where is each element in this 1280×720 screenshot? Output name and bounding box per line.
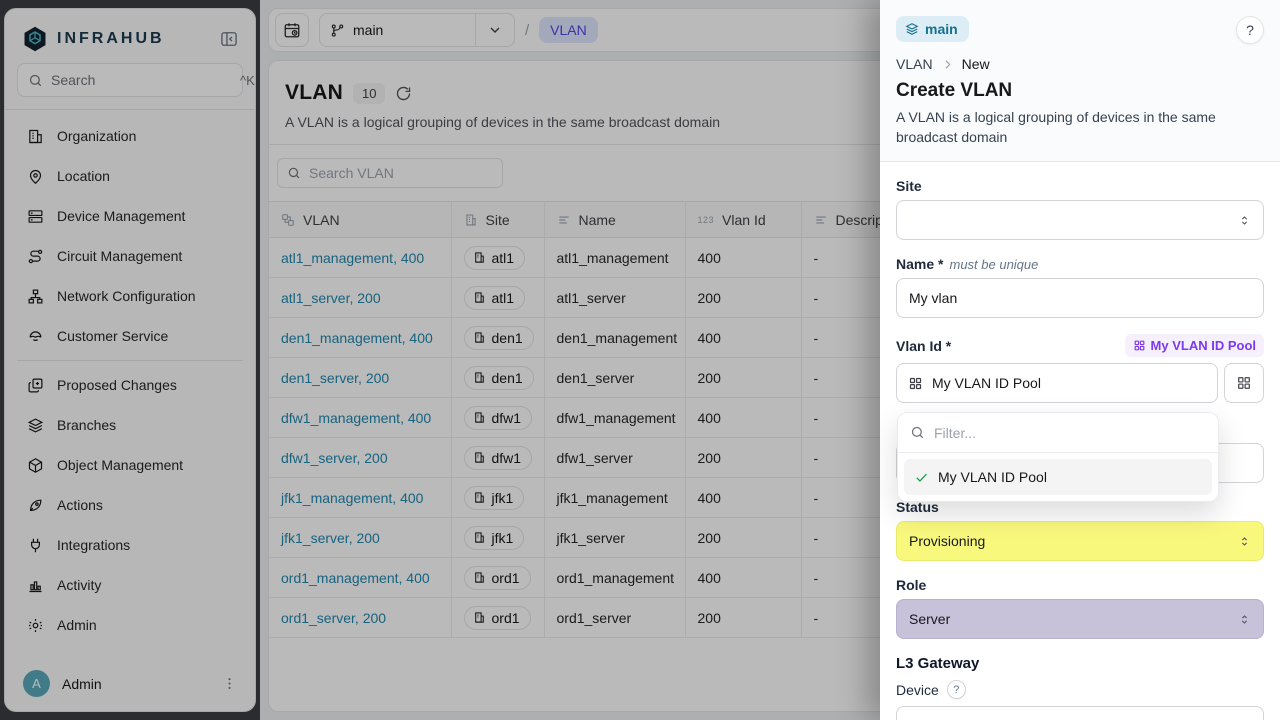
status-value: Provisioning xyxy=(909,533,1238,549)
pool-grid-icon xyxy=(1133,339,1146,352)
chevron-right-icon xyxy=(941,58,954,71)
help-button[interactable]: ? xyxy=(1236,16,1264,44)
site-select[interactable] xyxy=(896,200,1264,240)
search-icon xyxy=(910,425,925,440)
check-icon xyxy=(914,470,929,485)
chevrons-up-down-icon xyxy=(1238,214,1251,227)
site-label: Site xyxy=(896,178,1264,194)
name-hint: must be unique xyxy=(949,257,1038,272)
status-select[interactable]: Provisioning xyxy=(896,521,1264,561)
panel-title: Create VLAN xyxy=(896,80,1264,102)
dropdown-filter[interactable] xyxy=(898,413,1218,453)
dropdown-filter-input[interactable] xyxy=(934,425,1206,441)
l3-gateway-heading: L3 Gateway xyxy=(896,655,1264,672)
branch-badge[interactable]: main xyxy=(896,16,969,42)
layers-icon xyxy=(905,22,919,36)
pool-grid-icon xyxy=(908,376,923,391)
panel-description: A VLAN is a logical grouping of devices … xyxy=(896,107,1226,147)
vlan-id-pool-input[interactable]: My VLAN ID Pool xyxy=(896,363,1218,403)
create-vlan-panel: main ? VLAN New Create VLAN A VLAN is a … xyxy=(880,0,1280,720)
app-root: INFRAHUB ^K Organization Location xyxy=(0,0,1280,720)
role-value: Server xyxy=(909,611,1238,627)
required-asterisk: * xyxy=(946,338,951,354)
role-select[interactable]: Server xyxy=(896,599,1264,639)
breadcrumb-current: New xyxy=(962,56,990,72)
name-label: Name * must be unique xyxy=(896,256,1264,272)
pool-value: My VLAN ID Pool xyxy=(932,375,1041,391)
panel-breadcrumb: VLAN New xyxy=(896,56,1264,72)
breadcrumb-parent[interactable]: VLAN xyxy=(896,56,933,72)
vlan-id-label: Vlan Id * xyxy=(896,338,951,354)
device-help-icon[interactable]: ? xyxy=(947,680,966,699)
pool-toggle-button[interactable] xyxy=(1224,363,1264,403)
role-label: Role xyxy=(896,577,1264,593)
required-asterisk: * xyxy=(938,256,943,272)
panel-header: main ? VLAN New Create VLAN A VLAN is a … xyxy=(880,0,1280,162)
chevrons-up-down-icon xyxy=(1238,535,1251,548)
pool-option-selected[interactable]: My VLAN ID Pool xyxy=(904,459,1212,495)
device-label: Device xyxy=(896,682,939,698)
panel-body: Site Name * must be unique Vlan Id * xyxy=(880,162,1280,720)
pool-grid-icon xyxy=(1236,375,1252,391)
name-field[interactable] xyxy=(896,278,1264,318)
pool-dropdown: My VLAN ID Pool xyxy=(897,412,1219,502)
chevrons-up-down-icon xyxy=(1238,613,1251,626)
pool-badge[interactable]: My VLAN ID Pool xyxy=(1125,334,1264,357)
device-label-row: Device ? xyxy=(896,680,1264,699)
device-select[interactable] xyxy=(896,706,1264,720)
